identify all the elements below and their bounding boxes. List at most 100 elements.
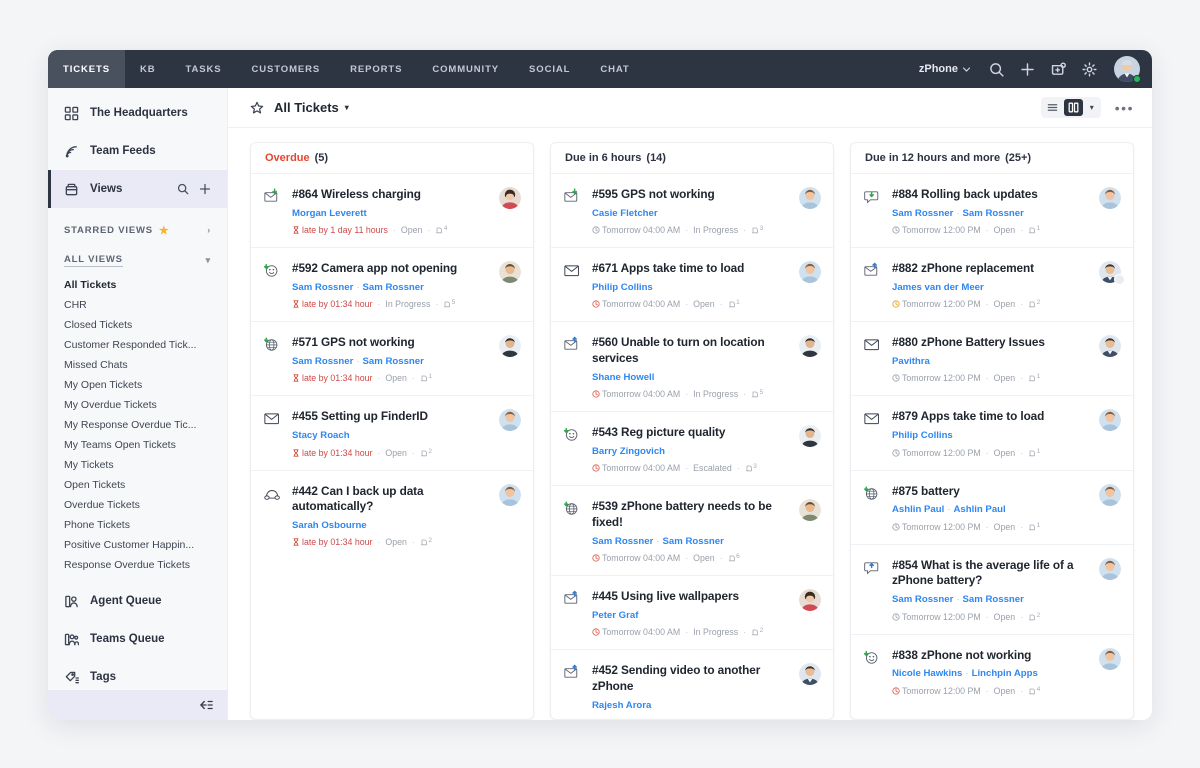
person-link[interactable]: Rajesh Arora <box>592 700 651 711</box>
person-link[interactable]: Sam Rossner <box>963 594 1024 605</box>
assignee-avatar[interactable] <box>799 261 821 284</box>
view-list-item[interactable]: Open Tickets <box>48 475 227 495</box>
view-list-item[interactable]: Response Overdue Tickets <box>48 555 227 575</box>
ticket-card[interactable]: #671 Apps take time to load Philip Collin… <box>551 248 833 323</box>
person-link[interactable]: Philip Collins <box>592 282 653 293</box>
assignee-avatar[interactable] <box>1099 557 1121 580</box>
assignee-avatar[interactable] <box>799 499 821 522</box>
view-list-item[interactable]: Missed Chats <box>48 355 227 375</box>
person-link[interactable]: Pavithra <box>892 356 930 367</box>
person-link[interactable]: Sam Rossner <box>292 356 353 367</box>
assignee-avatar[interactable] <box>799 187 821 209</box>
person-link[interactable]: Morgan Leverett <box>292 208 367 219</box>
view-list-item[interactable]: Phone Tickets <box>48 515 227 535</box>
person-link[interactable]: Shane Howell <box>592 372 654 383</box>
view-list-item[interactable]: My Teams Open Tickets <box>48 435 227 455</box>
view-list-item[interactable]: My Overdue Tickets <box>48 395 227 415</box>
assignee-avatar[interactable] <box>799 335 821 358</box>
ticket-card[interactable]: #445 Using live wallpapers Peter Graf Tomo… <box>551 576 833 651</box>
starred-views-header[interactable]: STARRED VIEWS ★ › <box>48 215 227 245</box>
brand-selector[interactable]: zPhone <box>919 63 970 75</box>
person-link[interactable]: Peter Graf <box>592 610 638 621</box>
card-view-button[interactable] <box>1063 99 1083 116</box>
view-list-item[interactable]: CHR <box>48 295 227 315</box>
assignee-avatar[interactable] <box>499 261 521 284</box>
person-link[interactable]: Barry Zingovich <box>592 446 665 457</box>
person-link[interactable]: James van der Meer <box>892 282 984 293</box>
sidebar-item-views[interactable]: Views <box>48 170 227 208</box>
ticket-card[interactable]: #875 battery Ashlin Paul · Ashlin Paul Tomor… <box>851 471 1133 545</box>
person-link[interactable]: Casie Fletcher <box>592 208 658 219</box>
person-link[interactable]: Sam Rossner <box>663 536 724 547</box>
ticket-card[interactable]: #882 zPhone replacement James van der Mee… <box>851 248 1133 323</box>
list-view-button[interactable] <box>1043 99 1062 116</box>
assignee-avatar[interactable] <box>1099 647 1121 670</box>
ticket-card[interactable]: #560 Unable to turn on location services… <box>551 322 833 413</box>
favorite-view-button[interactable] <box>250 101 264 115</box>
nav-tab-tickets[interactable]: TICKETS <box>48 50 125 88</box>
sidebar-item-the-headquarters[interactable]: The Headquarters <box>48 94 227 132</box>
ticket-card[interactable]: #595 GPS not working Casie Fletcher Tomorr… <box>551 174 833 249</box>
sidebar-item-tags[interactable]: Tags <box>48 658 227 690</box>
ticket-card[interactable]: #880 zPhone Battery Issues Pavithra Tomorr… <box>851 322 1133 397</box>
all-views-header[interactable]: ALL VIEWS ▾ <box>48 245 227 275</box>
person-link[interactable]: Sarah Osbourne <box>292 520 367 531</box>
assignee-avatar[interactable] <box>1099 187 1121 209</box>
view-list-item[interactable]: Closed Tickets <box>48 315 227 335</box>
sidebar-item-teams-queue[interactable]: Teams Queue <box>48 620 227 658</box>
person-link[interactable]: Sam Rossner <box>363 282 424 293</box>
ticket-card[interactable]: #571 GPS not working Sam Rossner · Sam Ross… <box>251 322 533 397</box>
person-link[interactable]: Ashlin Paul <box>892 504 944 515</box>
person-link[interactable]: Sam Rossner <box>292 282 353 293</box>
assignee-avatar[interactable] <box>1099 261 1125 286</box>
person-link[interactable]: Sam Rossner <box>592 536 653 547</box>
view-list-item[interactable]: Positive Customer Happin... <box>48 535 227 555</box>
nav-tab-tasks[interactable]: TASKS <box>170 50 236 88</box>
view-list-item[interactable]: Customer Responded Tick... <box>48 335 227 355</box>
ticket-card[interactable]: #442 Can I back up data automatically? Sa… <box>251 471 533 560</box>
assignee-avatar[interactable] <box>499 409 521 432</box>
ticket-card[interactable]: #854 What is the average life of a zPhon… <box>851 545 1133 635</box>
person-link[interactable]: Sam Rossner <box>363 356 424 367</box>
assignee-avatar[interactable] <box>499 187 521 209</box>
assignee-avatar[interactable] <box>499 335 521 358</box>
ticket-card[interactable]: #864 Wireless charging Morgan Leverett lat… <box>251 174 533 249</box>
person-link[interactable]: Stacy Roach <box>292 430 350 441</box>
ticket-card[interactable]: #879 Apps take time to load Philip Collin… <box>851 396 1133 471</box>
view-list-item[interactable]: Overdue Tickets <box>48 495 227 515</box>
user-avatar[interactable] <box>1114 56 1141 83</box>
person-link[interactable]: Sam Rossner <box>892 208 953 219</box>
nav-tab-reports[interactable]: REPORTS <box>335 50 417 88</box>
sidebar-item-agent-queue[interactable]: Agent Queue <box>48 582 227 620</box>
more-options-icon[interactable]: ••• <box>1115 101 1134 115</box>
view-list-item[interactable]: All Tickets <box>48 275 227 295</box>
assignee-avatar[interactable] <box>799 663 821 686</box>
person-link[interactable]: Ashlin Paul <box>953 504 1005 515</box>
ticket-card[interactable]: #452 Sending video to another zPhone Raje… <box>551 650 833 719</box>
view-title-dropdown[interactable]: All Tickets ▾ <box>274 100 349 115</box>
assignee-avatar[interactable] <box>1099 409 1121 432</box>
person-link[interactable]: Linchpin Apps <box>972 668 1038 679</box>
ticket-card[interactable]: #838 zPhone not working Nicole Hawkins · Li… <box>851 635 1133 708</box>
sidebar-item-team-feeds[interactable]: Team Feeds <box>48 132 227 170</box>
view-options-caret[interactable]: ▾ <box>1085 103 1099 112</box>
search-icon[interactable] <box>177 183 189 195</box>
assignee-avatar[interactable] <box>799 425 821 448</box>
person-link[interactable]: Sam Rossner <box>963 208 1024 219</box>
person-link[interactable]: Nicole Hawkins <box>892 668 962 679</box>
collapse-sidebar-button[interactable] <box>48 690 227 720</box>
ticket-card[interactable]: #884 Rolling back updates Sam Rossner · Sam… <box>851 174 1133 249</box>
view-list-item[interactable]: My Tickets <box>48 455 227 475</box>
person-link[interactable]: Sam Rossner <box>892 594 953 605</box>
nav-tab-community[interactable]: COMMUNITY <box>417 50 514 88</box>
view-list-item[interactable]: My Open Tickets <box>48 375 227 395</box>
plus-icon[interactable] <box>199 183 211 195</box>
plus-icon[interactable] <box>1019 61 1036 78</box>
view-list-item[interactable]: My Response Overdue Tic... <box>48 415 227 435</box>
nav-tab-customers[interactable]: CUSTOMERS <box>236 50 335 88</box>
assignee-avatar[interactable] <box>1099 483 1121 506</box>
ticket-card[interactable]: #455 Setting up FinderID Stacy Roach late … <box>251 396 533 471</box>
search-icon[interactable] <box>988 61 1005 78</box>
assignee-avatar[interactable] <box>799 589 821 612</box>
nav-tab-kb[interactable]: KB <box>125 50 171 88</box>
